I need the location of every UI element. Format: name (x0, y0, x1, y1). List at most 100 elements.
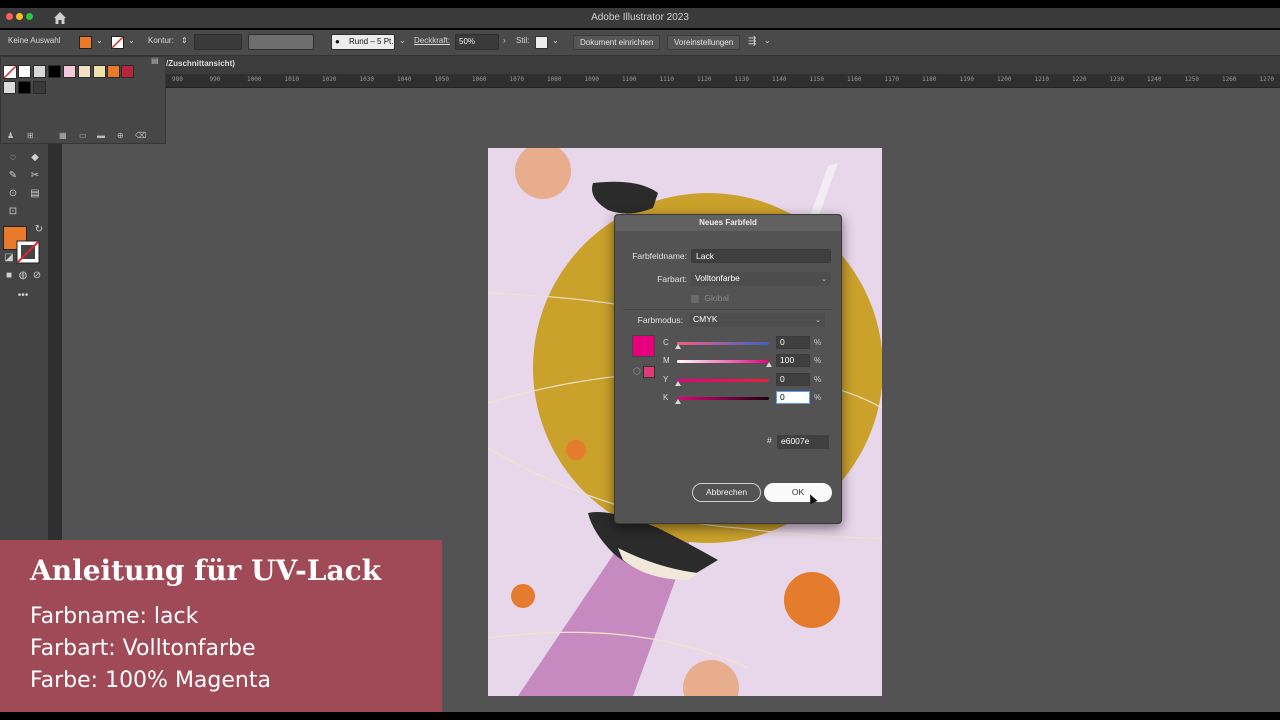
horizontal-ruler[interactable]: 980 990 1000 1010 1020 1030 1040 1050 1060 1070 10… (166, 74, 1280, 88)
channel-k-thumb[interactable] (675, 399, 681, 404)
out-of-gamut-cube-icon[interactable]: ⬡ (633, 366, 641, 377)
swatch-registration[interactable] (33, 65, 46, 78)
channel-m-slider[interactable] (677, 360, 769, 363)
stroke-color-swatch[interactable] (16, 240, 40, 264)
ruler-tick-label: 1040 (397, 76, 412, 83)
preferences-button[interactable]: Voreinstellungen (667, 35, 741, 50)
ruler-tick-label: 1200 (997, 76, 1012, 83)
edit-toolbar-icon[interactable]: ••• (16, 290, 30, 302)
none-mode-icon[interactable]: ⊘ (30, 270, 44, 282)
gradient-mode-icon[interactable]: ◍ (16, 270, 30, 282)
title-bar: Adobe Illustrator 2023 (0, 8, 1280, 28)
stroke-dropdown-chevron-icon[interactable]: ⌄ (128, 36, 135, 45)
panel-menu-icon[interactable]: ▤ (151, 56, 159, 65)
ruler-tick-label: 1160 (847, 76, 862, 83)
stroke-weight-stepper-icon[interactable]: ⇕ (181, 36, 188, 45)
caption-line-name: Farbname: lack (30, 604, 199, 629)
color-group-icon[interactable]: ▭ (79, 131, 87, 140)
channel-y-thumb[interactable] (675, 381, 681, 386)
tools-panel: ◌ ◆ ✎ ✂ ⊙ ▤ ⊡ ↻ ◪ ■ ◍ ⊘ ••• (0, 140, 48, 540)
opacity-expand-icon[interactable]: › (503, 36, 506, 45)
swatch-library-icon[interactable]: ♟ (7, 131, 14, 140)
percent-sign: % (814, 356, 822, 365)
stroke-weight-input[interactable] (194, 34, 242, 50)
channel-m-input[interactable]: 100 (776, 354, 810, 367)
blend-tool-icon[interactable]: ✂ (28, 170, 42, 182)
swatch-white[interactable] (18, 65, 31, 78)
color-type-value: Volltonfarbe (695, 273, 740, 283)
variable-width-profile[interactable] (248, 34, 314, 50)
channel-y-input[interactable]: 0 (776, 373, 810, 386)
none-swatch[interactable] (3, 65, 17, 79)
swatch-red[interactable] (121, 65, 134, 78)
document-setup-button[interactable]: Dokument einrichten (573, 35, 661, 50)
channel-y-slider[interactable] (677, 379, 769, 382)
channel-k-input[interactable]: 0 (776, 391, 810, 404)
channel-c-label: C (663, 338, 669, 347)
control-bar: Keine Auswahl ⌄ ⌄ Kontur: ⇕ ● Rund – 5 P… (0, 30, 1280, 56)
arrange-documents-icon[interactable]: ⇶ (748, 36, 756, 47)
ruler-tick-label: 1190 (959, 76, 974, 83)
channel-c-input[interactable]: 0 (776, 336, 810, 349)
ruler-tick-label: 1100 (622, 76, 637, 83)
swatch-kind-icon[interactable]: ⊞ (27, 131, 34, 140)
opacity-label[interactable]: Deckkraft: (414, 36, 450, 45)
channel-k-slider[interactable] (677, 397, 769, 400)
artboard-tool-icon[interactable]: ⊡ (6, 206, 20, 218)
trash-icon[interactable]: ⌫ (135, 131, 146, 140)
eyedropper-tool-icon[interactable]: ✎ (6, 170, 20, 182)
fill-dropdown-chevron-icon[interactable]: ⌄ (96, 36, 103, 45)
channel-c-slider[interactable] (677, 342, 769, 345)
swatch-pink[interactable] (63, 65, 76, 78)
brush-definition[interactable]: ● Rund – 5 Pt. (331, 34, 395, 50)
symbol-sprayer-icon[interactable]: ⊙ (6, 188, 20, 200)
ruler-tick-label: 1120 (697, 76, 712, 83)
swatch-cream[interactable] (78, 65, 91, 78)
eraser-tool-icon[interactable]: ◆ (28, 152, 42, 164)
caption-title: Anleitung für UV-Lack (30, 554, 382, 587)
checkbox-icon (691, 294, 699, 303)
color-mode-value: CMYK (693, 314, 718, 324)
opacity-input[interactable]: 50% (455, 34, 499, 50)
swatch-yellow[interactable] (93, 65, 106, 78)
app-title: Adobe Illustrator 2023 (591, 12, 689, 23)
hex-input[interactable]: e6007e (777, 435, 829, 449)
document-tab[interactable]: /Zuschnittansicht) (166, 59, 235, 68)
swap-colors-icon[interactable]: ↻ (32, 224, 46, 236)
swatch-light-gray[interactable] (3, 81, 16, 94)
new-folder-icon[interactable]: ▬ (97, 131, 105, 140)
graph-tool-icon[interactable]: ▤ (28, 188, 42, 200)
style-label: Stil: (516, 36, 530, 45)
swatch-black[interactable] (48, 65, 61, 78)
swatch-name-input[interactable]: Lack (691, 249, 831, 263)
style-swatch[interactable] (535, 36, 548, 49)
stroke-none-icon[interactable] (111, 36, 124, 49)
color-type-select[interactable]: Volltonfarbe ⌄ (691, 272, 831, 286)
color-preview (632, 335, 655, 357)
vertical-ruler[interactable] (48, 140, 62, 540)
global-checkbox[interactable]: Global (691, 293, 729, 303)
default-colors-icon[interactable]: ◪ (2, 252, 16, 264)
swatch-options-icon[interactable]: ▦ (59, 131, 67, 140)
cancel-button[interactable]: Abbrechen (692, 483, 761, 502)
lasso-tool-icon[interactable]: ◌ (6, 152, 20, 164)
swatches-panel: ▤ ♟ ⊞ ▦ ▭ ▬ ⊕ ⌫ (0, 56, 166, 144)
channel-c-thumb[interactable] (675, 344, 681, 349)
ruler-tick-label: 1140 (772, 76, 787, 83)
fill-swatch[interactable] (79, 36, 92, 49)
percent-sign: % (814, 338, 822, 347)
new-swatch-icon[interactable]: ⊕ (117, 131, 124, 140)
color-mode-icon[interactable]: ■ (2, 270, 16, 282)
ruler-tick-label: 1070 (509, 76, 524, 83)
swatch-orange[interactable] (107, 65, 120, 78)
arrange-dropdown-chevron-icon[interactable]: ⌄ (764, 36, 771, 45)
ok-button[interactable]: OK (764, 483, 832, 502)
color-mode-select[interactable]: CMYK ⌄ (689, 313, 825, 327)
gamut-swatch[interactable] (643, 366, 655, 378)
channel-m-thumb[interactable] (766, 362, 772, 367)
ruler-tick-label: 1210 (1034, 76, 1049, 83)
style-dropdown-chevron-icon[interactable]: ⌄ (552, 36, 559, 45)
swatch-black-2[interactable] (18, 81, 31, 94)
swatch-dark-gray[interactable] (33, 81, 46, 94)
brush-dropdown-chevron-icon[interactable]: ⌄ (399, 36, 406, 45)
